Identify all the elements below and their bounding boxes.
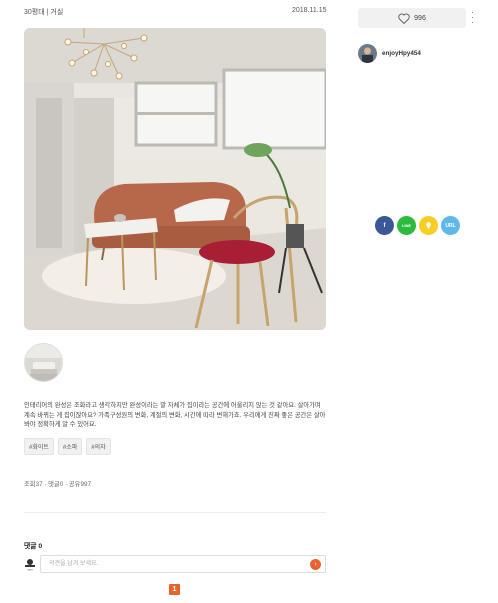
comment-placeholder: 의견을 남겨 보세요.	[49, 561, 99, 567]
svg-text:user: user	[27, 568, 33, 572]
like-count: 996	[414, 14, 426, 22]
comment-user-icon: user	[24, 557, 36, 572]
post-date: 2018.11.15	[292, 7, 327, 14]
author-name: enjoyHpy454	[382, 50, 421, 57]
more-options-icon[interactable]: · · ·	[471, 8, 474, 27]
url-share-icon[interactable]: URL	[441, 216, 460, 235]
thumbnail-image	[25, 344, 62, 381]
arrow-right-icon[interactable]: ›	[310, 559, 321, 570]
living-room-image	[24, 28, 326, 330]
like-button[interactable]: 996	[358, 8, 466, 28]
main-photo[interactable]	[24, 28, 326, 330]
share-buttons: f LINE URL	[375, 216, 460, 235]
comment-input[interactable]: 의견을 남겨 보세요. ›	[40, 555, 326, 573]
line-share-icon[interactable]: LINE	[397, 216, 416, 235]
divider	[24, 512, 326, 513]
post-category: 30평대 | 거실	[24, 9, 64, 16]
facebook-share-icon[interactable]: f	[375, 216, 394, 235]
photo-thumbnail[interactable]	[24, 343, 63, 382]
heart-icon	[398, 13, 410, 24]
tag-sofa[interactable]: #소파	[57, 438, 83, 455]
kakao-share-icon[interactable]	[419, 216, 438, 235]
tag-chair[interactable]: #의자	[86, 438, 111, 455]
comments-title: 댓글 0	[24, 543, 43, 550]
comment-form: user 의견을 남겨 보세요. ›	[24, 555, 326, 573]
author-profile[interactable]: enjoyHpy454	[358, 44, 421, 63]
tag-white[interactable]: #화이트	[24, 438, 54, 455]
pagination-page-1[interactable]: 1	[169, 584, 180, 595]
tag-list: #화이트 #소파 #의자	[24, 438, 111, 455]
author-avatar	[358, 44, 377, 63]
post-description: 인테리어의 완성은 조화라고 생각하지만 완성이라는 말 자체가 집이라는 공간…	[24, 402, 326, 428]
post-stats: 조회37 · 댓글0 · 공유997	[24, 481, 91, 488]
